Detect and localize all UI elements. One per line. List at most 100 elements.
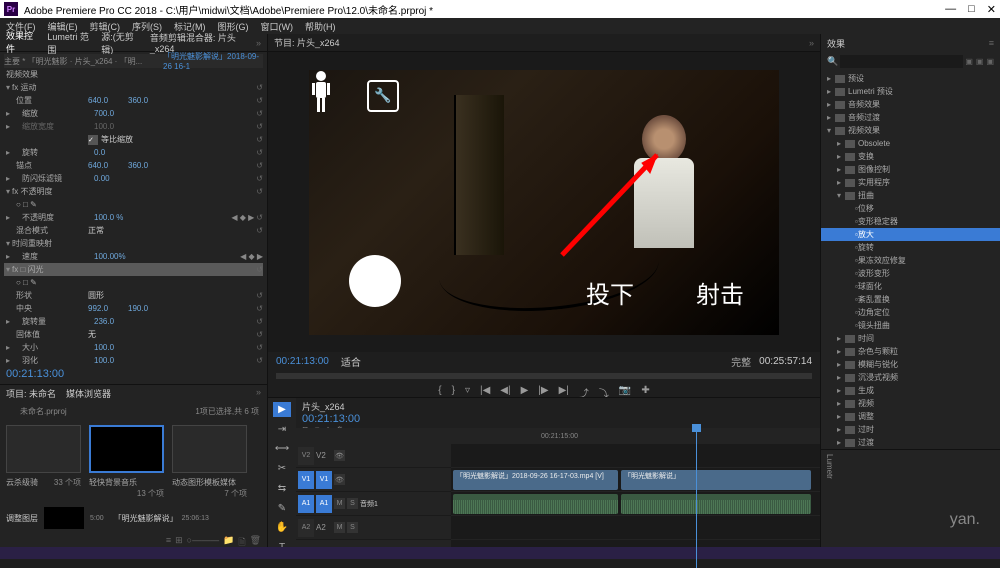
minimize-button[interactable]: —: [945, 3, 956, 16]
fit-dropdown[interactable]: 适合: [341, 354, 361, 369]
reset-icon[interactable]: ↺: [256, 83, 263, 92]
sequence-name[interactable]: 片头_x264: [302, 400, 814, 413]
val-scale[interactable]: 700.0: [94, 109, 134, 118]
reset-icon[interactable]: ↺: [256, 291, 263, 300]
tree-folder[interactable]: ▸模糊与锐化: [821, 358, 1000, 371]
val-pos-y[interactable]: 360.0: [128, 96, 168, 105]
video-clip[interactable]: 「明光魅影解说」2018-09-26 16-17-03.mp4 [V]: [453, 470, 618, 490]
tree-folder[interactable]: ▸过时: [821, 423, 1000, 436]
fx-badge-icon[interactable]: ▣: [986, 57, 994, 66]
tab-audio-mixer[interactable]: 音频剪辑混合器: 片头_x264: [150, 31, 246, 54]
reset-icon[interactable]: ↺: [256, 109, 263, 118]
reset-icon[interactable]: ↺: [256, 174, 263, 183]
tree-effect[interactable]: ▫ 紊乱置换: [821, 293, 1000, 306]
tree-folder[interactable]: ▸沉浸式视频: [821, 371, 1000, 384]
reset-icon[interactable]: ↺: [256, 317, 263, 326]
tree-folder[interactable]: ▸图像控制: [821, 163, 1000, 176]
audio-clip[interactable]: [453, 494, 618, 514]
reset-icon[interactable]: ↺: [256, 356, 263, 364]
prop-motion[interactable]: fx 运动: [12, 82, 94, 93]
tree-folder[interactable]: ▸音频效果: [821, 98, 1000, 111]
tree-folder[interactable]: ▸Obsolete: [821, 137, 1000, 150]
tree-folder[interactable]: ▸音频过渡: [821, 111, 1000, 124]
bin-item[interactable]: 轻快背景音乐13 个项: [89, 425, 164, 499]
reset-icon[interactable]: ↺: [256, 343, 263, 352]
menu-window[interactable]: 窗口(W): [261, 20, 294, 33]
fx-badge-icon[interactable]: ▣: [976, 57, 984, 66]
tree-folder[interactable]: ▾视频效果: [821, 124, 1000, 137]
panel-menu-icon[interactable]: »: [809, 38, 814, 48]
menu-help[interactable]: 帮助(H): [305, 20, 336, 33]
tree-effect[interactable]: ▫ 波形变形: [821, 267, 1000, 280]
tab-project[interactable]: 项目: 未命名: [6, 387, 56, 400]
item-thumb[interactable]: [44, 507, 84, 529]
reset-icon[interactable]: ↺: [256, 96, 263, 105]
tree-folder[interactable]: ▸杂色与颗粒: [821, 345, 1000, 358]
tree-folder[interactable]: ▸视频: [821, 397, 1000, 410]
panel-menu-icon[interactable]: »: [256, 387, 261, 400]
slip-tool[interactable]: ⇆: [273, 481, 291, 496]
prop-timeremap[interactable]: 时间重映射: [12, 238, 94, 249]
program-monitor[interactable]: 🔧 投下 射击: [268, 52, 820, 352]
tree-folder[interactable]: ▸过渡: [821, 436, 1000, 449]
v1-target[interactable]: V1: [316, 471, 332, 489]
tree-folder[interactable]: ▸Lumetri 预设: [821, 85, 1000, 98]
hand-tool[interactable]: ✋: [273, 521, 291, 536]
keyframe-nav[interactable]: ◀ ◆ ▶: [240, 252, 263, 261]
panel-menu-icon[interactable]: ≡: [989, 38, 994, 48]
v1-source[interactable]: V1: [298, 471, 314, 489]
tree-effect[interactable]: ▫ 位移: [821, 202, 1000, 215]
track-visibility-icon[interactable]: 👁: [334, 450, 345, 461]
item-label[interactable]: 调整图层: [6, 513, 38, 524]
timeline-tracks[interactable]: 00:21:15:00 「明光魅影解说」2018-09-26 16-17-03.…: [451, 428, 820, 559]
reset-icon[interactable]: ↺: [256, 122, 263, 131]
mute-icon[interactable]: M: [334, 522, 345, 533]
tree-effect-selected[interactable]: ▫ 放大: [821, 228, 1000, 241]
playhead[interactable]: [696, 428, 697, 568]
uniform-scale-checkbox[interactable]: [88, 135, 98, 145]
tree-effect[interactable]: ▫ 边角定位: [821, 306, 1000, 319]
ripple-edit-tool[interactable]: ⟷: [273, 442, 291, 457]
ec-timeline-clip[interactable]: 「明光魅影解说」2018-09-26 16-1: [163, 52, 263, 71]
item-label[interactable]: 「明光魅影解说」: [114, 513, 178, 524]
audio-clip[interactable]: [621, 494, 811, 514]
track-select-tool[interactable]: ⇥: [273, 422, 291, 437]
tree-effect[interactable]: ▫ 球面化: [821, 280, 1000, 293]
tree-folder[interactable]: ▾扭曲: [821, 189, 1000, 202]
reset-icon[interactable]: ↺: [256, 265, 263, 274]
panel-menu-icon[interactable]: »: [256, 38, 261, 48]
tree-effect[interactable]: ▫ 旋转: [821, 241, 1000, 254]
tree-effect[interactable]: ▫ 变形稳定器: [821, 215, 1000, 228]
tree-folder[interactable]: ▸时间: [821, 332, 1000, 345]
tree-folder[interactable]: ▸生成: [821, 384, 1000, 397]
reset-icon[interactable]: ↺: [256, 330, 263, 339]
a1-source[interactable]: A1: [298, 495, 314, 513]
reset-icon[interactable]: ↺: [256, 304, 263, 313]
program-timecode[interactable]: 00:21:13:00: [276, 356, 329, 367]
bin-item[interactable]: 动态图形模板媒体7 个项: [172, 425, 247, 499]
reset-icon[interactable]: ↺: [256, 161, 263, 170]
tab-program[interactable]: 节目: 片头_x264: [274, 36, 340, 49]
reset-icon[interactable]: ↺: [256, 187, 263, 196]
tree-folder[interactable]: ▸实用程序: [821, 176, 1000, 189]
tab-media-browser[interactable]: 媒体浏览器: [66, 387, 111, 400]
selection-tool[interactable]: ▶: [273, 402, 291, 417]
prop-opacity-fx[interactable]: fx 不透明度: [12, 186, 94, 197]
lumetri-collapsed-panel[interactable]: Lumetr yan.: [821, 449, 1000, 559]
track-visibility-icon[interactable]: 👁: [334, 474, 345, 485]
effects-search-input[interactable]: [840, 55, 963, 68]
tree-folder[interactable]: ▸调整: [821, 410, 1000, 423]
pen-tool[interactable]: ✎: [273, 501, 291, 516]
reset-icon[interactable]: ↺: [256, 213, 263, 222]
razor-tool[interactable]: ✂: [273, 461, 291, 476]
a1-target[interactable]: A1: [316, 495, 332, 513]
close-button[interactable]: ✕: [987, 3, 996, 16]
solo-icon[interactable]: S: [347, 498, 358, 509]
tree-effect[interactable]: ▫ 果冻效应修复: [821, 254, 1000, 267]
reset-icon[interactable]: ↺: [256, 135, 263, 144]
solo-icon[interactable]: S: [347, 522, 358, 533]
resolution-dropdown[interactable]: 完整: [731, 354, 751, 369]
fx-badge-icon[interactable]: ▣: [965, 57, 973, 66]
reset-icon[interactable]: ↺: [256, 148, 263, 157]
tree-folder[interactable]: ▸预设: [821, 72, 1000, 85]
